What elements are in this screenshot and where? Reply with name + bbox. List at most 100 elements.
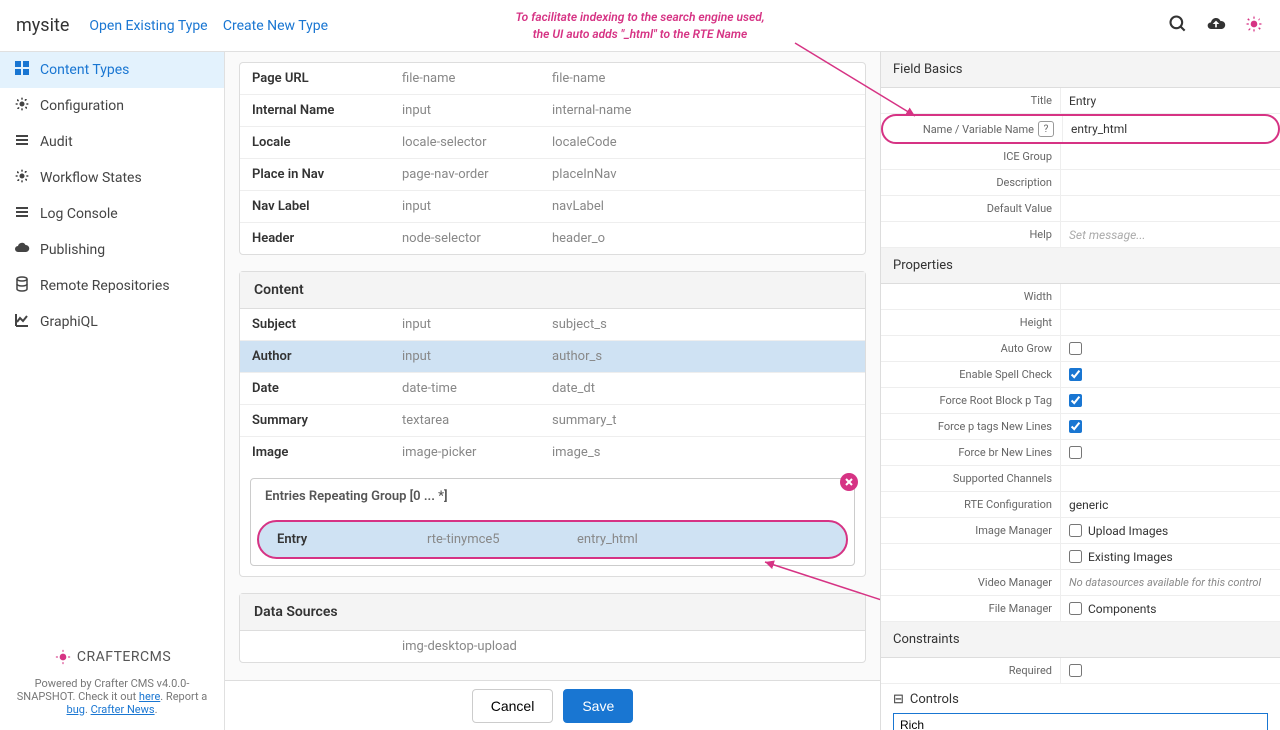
sidebar-item-remote-repositories[interactable]: Remote Repositories <box>0 268 224 304</box>
news-link[interactable]: Crafter News <box>91 703 155 716</box>
height-label: Height <box>881 310 1061 335</box>
field-row-file-name[interactable]: Page URLfile-namefile-name <box>240 63 865 95</box>
list-icon <box>14 132 30 152</box>
datasources-section: Data Sources img-desktop-upload <box>239 593 866 663</box>
close-icon[interactable] <box>840 473 858 491</box>
sidebar-item-label: Publishing <box>40 242 105 258</box>
annotation-text: To facilitate indexing to the search eng… <box>515 9 764 43</box>
title-label: Title <box>881 88 1061 113</box>
gear-icon <box>14 168 30 188</box>
rteconfig-value[interactable]: generic <box>1061 492 1280 517</box>
help-label: Help <box>881 222 1061 247</box>
search-icon[interactable] <box>1168 14 1188 38</box>
field-row-placeInNav[interactable]: Place in Navpage-nav-orderplaceInNav <box>240 159 865 191</box>
field-row-localeCode[interactable]: Localelocale-selectorlocaleCode <box>240 127 865 159</box>
repeat-title: Entries Repeating Group [0 ... *] <box>251 479 854 514</box>
field-row-subject_s[interactable]: Subjectinputsubject_s <box>240 309 865 341</box>
list-icon <box>14 204 30 224</box>
help-icon[interactable]: ? <box>1038 121 1054 137</box>
sidebar-item-publishing[interactable]: Publishing <box>0 232 224 268</box>
width-label: Width <box>881 284 1061 309</box>
channels-value[interactable] <box>1061 466 1280 491</box>
components-check[interactable] <box>1069 602 1082 615</box>
publish-icon[interactable] <box>1206 14 1226 38</box>
sidebar-item-workflow-states[interactable]: Workflow States <box>0 160 224 196</box>
sidebar-item-configuration[interactable]: Configuration <box>0 88 224 124</box>
repeating-group[interactable]: Entries Repeating Group [0 ... *] Entry … <box>250 478 855 566</box>
upload-check[interactable] <box>1069 524 1082 537</box>
sidebar-item-label: Remote Repositories <box>40 278 170 294</box>
desc-value[interactable] <box>1061 170 1280 195</box>
sidebar-item-label: Log Console <box>40 206 118 222</box>
field-type: node-selector <box>402 231 552 246</box>
sidebar-item-label: Configuration <box>40 98 124 114</box>
field-label: Page URL <box>252 71 402 86</box>
field-type: textarea <box>402 413 552 428</box>
sidebar-item-label: GraphiQL <box>40 314 98 330</box>
page-section: Page URLfile-namefile-nameInternal Namei… <box>239 62 866 255</box>
sidebar-item-audit[interactable]: Audit <box>0 124 224 160</box>
datasources-header: Data Sources <box>240 594 865 631</box>
field-label: Subject <box>252 317 402 332</box>
forceroot-label: Force Root Block p Tag <box>881 388 1061 413</box>
topbar: mysite Open Existing Type Create New Typ… <box>0 0 1280 52</box>
open-existing-link[interactable]: Open Existing Type <box>89 18 207 34</box>
forcebr-check[interactable] <box>1069 446 1082 459</box>
field-row-image_s[interactable]: Imageimage-pickerimage_s <box>240 437 865 468</box>
forceroot-check[interactable] <box>1069 394 1082 407</box>
sidebar-item-label: Audit <box>40 134 73 150</box>
sidebar-item-graphiql[interactable]: GraphiQL <box>0 304 224 340</box>
field-label: Date <box>252 381 402 396</box>
ice-value[interactable] <box>1061 144 1280 169</box>
save-button[interactable]: Save <box>563 689 633 723</box>
button-bar: Cancel Save <box>225 680 880 730</box>
field-row-navLabel[interactable]: Nav LabelinputnavLabel <box>240 191 865 223</box>
height-value[interactable] <box>1061 310 1280 335</box>
default-value[interactable] <box>1061 196 1280 221</box>
field-row-summary_t[interactable]: Summarytextareasummary_t <box>240 405 865 437</box>
bug-link[interactable]: bug <box>67 703 85 716</box>
components-label: Components <box>1088 602 1157 616</box>
help-value[interactable]: Set message... <box>1061 222 1280 247</box>
required-label: Required <box>881 658 1061 683</box>
spell-check[interactable] <box>1069 368 1082 381</box>
field-type: input <box>402 199 552 214</box>
title-value[interactable]: Entry <box>1061 88 1280 113</box>
here-link[interactable]: here <box>139 690 160 703</box>
field-name: file-name <box>552 71 605 86</box>
grid-icon <box>14 60 30 80</box>
app-logo-icon[interactable] <box>1244 14 1264 38</box>
field-label: Image <box>252 445 402 460</box>
sidebar-item-log-console[interactable]: Log Console <box>0 196 224 232</box>
field-type: date-time <box>402 381 552 396</box>
forcebr-label: Force br New Lines <box>881 440 1061 465</box>
field-row-date_dt[interactable]: Datedate-timedate_dt <box>240 373 865 405</box>
forcep-check[interactable] <box>1069 420 1082 433</box>
field-row-internal-name[interactable]: Internal Nameinputinternal-name <box>240 95 865 127</box>
gear-icon <box>14 96 30 116</box>
field-row-header_o[interactable]: Headernode-selectorheader_o <box>240 223 865 254</box>
collapse-icon[interactable]: ⊟ <box>893 692 904 707</box>
ice-label: ICE Group <box>881 144 1061 169</box>
create-new-link[interactable]: Create New Type <box>223 18 328 34</box>
upload-label: Upload Images <box>1088 524 1168 538</box>
field-type: input <box>402 103 552 118</box>
sidebar-item-content-types[interactable]: Content Types <box>0 52 224 88</box>
field-label: Nav Label <box>252 199 402 214</box>
field-name: date_dt <box>552 381 595 396</box>
width-value[interactable] <box>1061 284 1280 309</box>
entry-field-row[interactable]: Entry rte-tinymce5 entry_html <box>257 520 848 559</box>
controls-search-input[interactable] <box>893 713 1268 730</box>
controls-title[interactable]: ⊟Controls <box>893 692 1268 707</box>
field-name: internal-name <box>552 103 631 118</box>
entry-type: rte-tinymce5 <box>427 532 577 547</box>
field-label: Locale <box>252 135 402 150</box>
db-icon <box>14 276 30 296</box>
field-row-author_s[interactable]: Authorinputauthor_s <box>240 341 865 373</box>
ds-type: img-desktop-upload <box>402 639 552 654</box>
existing-check[interactable] <box>1069 550 1082 563</box>
autogrow-check[interactable] <box>1069 342 1082 355</box>
cancel-button[interactable]: Cancel <box>472 689 554 723</box>
name-value[interactable]: entry_html <box>1063 116 1278 142</box>
required-check[interactable] <box>1069 664 1082 677</box>
